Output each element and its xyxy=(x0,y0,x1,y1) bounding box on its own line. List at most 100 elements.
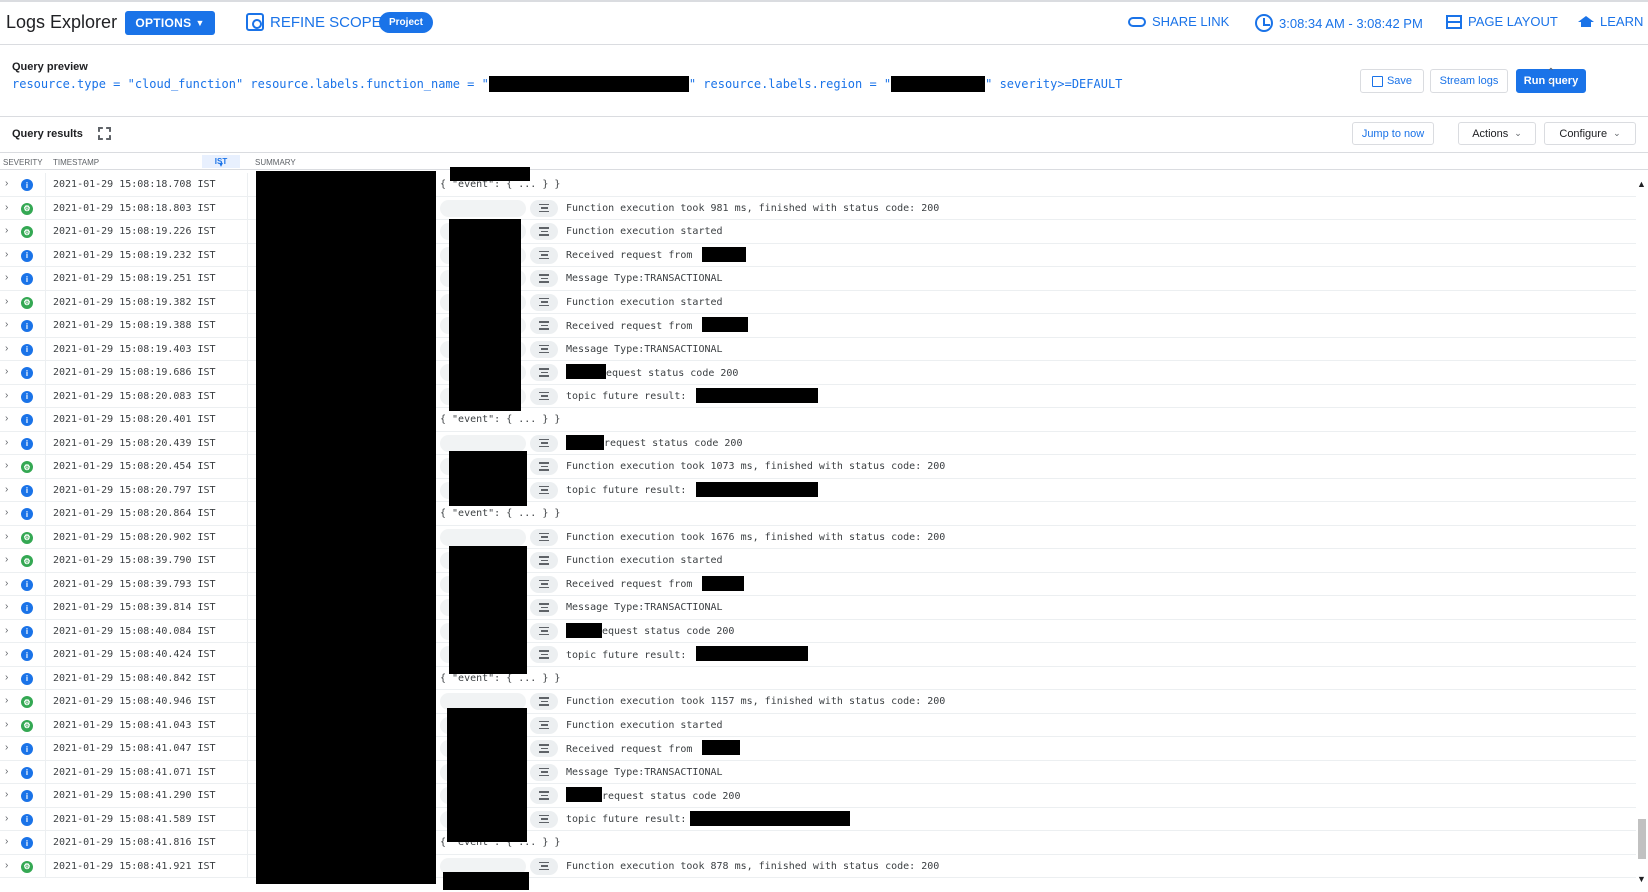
log-row[interactable]: › i 2021-01-29 15:08:41.589 IST topic futur… xyxy=(0,807,1636,831)
log-row[interactable]: › i 2021-01-29 15:08:41.816 IST{ "event": … xyxy=(0,831,1636,855)
log-payload-summary[interactable]: { "event": { ... } } xyxy=(440,414,560,425)
log-fields-icon[interactable] xyxy=(530,810,558,828)
log-row[interactable]: › ⚙ 2021-01-29 15:08:41.043 IST Function ex… xyxy=(0,713,1636,737)
save-query-button[interactable]: Save xyxy=(1360,69,1424,93)
chevron-right-icon[interactable]: › xyxy=(5,225,8,236)
scroll-thumb[interactable] xyxy=(1638,819,1646,859)
expand-collapse-icon[interactable]: ⌃ ⌄ xyxy=(1546,68,1556,86)
log-row[interactable]: › ⚙ 2021-01-29 15:08:20.454 IST Function ex… xyxy=(0,455,1636,479)
chevron-right-icon[interactable]: › xyxy=(5,789,8,800)
log-row[interactable]: › i 2021-01-29 15:08:41.290 IST request sta… xyxy=(0,784,1636,808)
configure-button[interactable]: Configure ⌄ xyxy=(1544,122,1636,145)
log-summary[interactable]: Received request from xyxy=(566,740,741,755)
log-row[interactable]: › i 2021-01-29 15:08:39.793 IST Received re… xyxy=(0,572,1636,596)
chevron-right-icon[interactable]: › xyxy=(5,742,8,753)
chevron-right-icon[interactable]: › xyxy=(5,296,8,307)
chevron-right-icon[interactable]: › xyxy=(5,366,8,377)
chevron-right-icon[interactable]: › xyxy=(5,507,8,518)
log-fields-icon[interactable] xyxy=(530,763,558,781)
log-fields-icon[interactable] xyxy=(530,317,558,334)
chevron-right-icon[interactable]: › xyxy=(5,836,8,847)
log-row[interactable]: › ⚙ 2021-01-29 15:08:40.946 IST Function ex… xyxy=(0,690,1636,714)
fullscreen-icon[interactable] xyxy=(98,127,111,140)
log-summary[interactable]: Message Type:TRANSACTIONAL xyxy=(566,344,723,355)
label-chip[interactable] xyxy=(440,434,526,452)
label-chip[interactable] xyxy=(440,199,526,217)
chevron-right-icon[interactable]: › xyxy=(5,860,8,871)
log-summary[interactable]: Received request from xyxy=(566,575,745,591)
log-summary[interactable]: Function execution started xyxy=(566,297,723,308)
timestamp-column-header[interactable]: TIMESTAMP xyxy=(53,158,99,167)
chevron-right-icon[interactable]: › xyxy=(5,601,8,612)
log-fields-icon[interactable] xyxy=(530,223,558,240)
chevron-right-icon[interactable]: › xyxy=(5,202,8,213)
log-row[interactable]: › i 2021-01-29 15:08:20.864 IST { "event": … xyxy=(0,502,1636,526)
log-summary[interactable]: request status code 200 xyxy=(566,787,740,802)
log-summary[interactable]: topic future result: xyxy=(566,387,819,403)
log-summary[interactable]: equest status code 200 xyxy=(566,364,738,379)
chevron-right-icon[interactable]: › xyxy=(5,695,8,706)
jump-to-now-button[interactable]: Jump to now xyxy=(1352,122,1434,145)
chevron-right-icon[interactable]: › xyxy=(5,272,8,283)
log-row[interactable]: › i 2021-01-29 15:08:19.232 IST Received re… xyxy=(0,243,1636,267)
log-fields-icon[interactable] xyxy=(530,481,558,499)
label-chip[interactable] xyxy=(440,528,526,546)
log-row[interactable]: › i 2021-01-29 15:08:40.842 IST { "event": … xyxy=(0,666,1636,690)
log-row[interactable]: › i 2021-01-29 15:08:20.083 IST topic futur… xyxy=(0,384,1636,408)
log-summary[interactable]: Function execution took 878 ms, finished… xyxy=(566,861,939,872)
log-fields-icon[interactable] xyxy=(530,599,558,616)
chevron-right-icon[interactable]: › xyxy=(5,578,8,589)
query-text[interactable]: resource.type = "cloud_function" resourc… xyxy=(12,76,1122,92)
log-row[interactable]: › i 2021-01-29 15:08:41.071 IST Message Typ… xyxy=(0,760,1636,784)
log-fields-icon[interactable] xyxy=(530,387,558,405)
chevron-right-icon[interactable]: › xyxy=(5,766,8,777)
log-summary[interactable]: topic future result: xyxy=(566,646,809,661)
log-payload-summary[interactable]: { "event": { ... } } xyxy=(440,508,560,519)
log-row[interactable]: › i 2021-01-29 15:08:18.708 IST{ "event": … xyxy=(0,173,1636,197)
chevron-right-icon[interactable]: › xyxy=(5,625,8,636)
log-row[interactable]: › i 2021-01-29 15:08:39.814 IST Message Typ… xyxy=(0,596,1636,620)
chevron-right-icon[interactable]: › xyxy=(5,413,8,424)
log-fields-icon[interactable] xyxy=(530,575,558,593)
log-fields-icon[interactable] xyxy=(530,364,558,381)
severity-column-header[interactable]: SEVERITY xyxy=(3,158,43,167)
log-payload-summary[interactable]: { "event": { ... } } xyxy=(440,673,560,684)
log-fields-icon[interactable] xyxy=(530,458,558,475)
log-summary[interactable]: Function execution took 981 ms, finished… xyxy=(566,203,939,214)
log-fields-icon[interactable] xyxy=(530,693,558,710)
chevron-right-icon[interactable]: › xyxy=(5,554,8,565)
log-row[interactable]: › i 2021-01-29 15:08:20.401 IST { "event": … xyxy=(0,408,1636,432)
log-summary[interactable]: Message Type:TRANSACTIONAL xyxy=(566,767,723,778)
chevron-right-icon[interactable]: › xyxy=(5,531,8,542)
log-summary[interactable]: request status code 200 xyxy=(566,434,742,450)
log-scrollbar[interactable]: ▲ ▼ xyxy=(1636,171,1648,892)
chevron-right-icon[interactable]: › xyxy=(5,672,8,683)
chevron-right-icon[interactable]: › xyxy=(5,460,8,471)
log-row[interactable]: › i 2021-01-29 15:08:40.084 IST equest stat… xyxy=(0,619,1636,643)
timezone-dropdown[interactable]: IST ▾ xyxy=(202,155,240,169)
page-layout-button[interactable]: PAGE LAYOUT xyxy=(1446,14,1558,29)
scroll-down-icon[interactable]: ▼ xyxy=(1637,874,1646,884)
log-row[interactable]: › ⚙ 2021-01-29 15:08:19.382 IST Function ex… xyxy=(0,290,1636,314)
log-fields-icon[interactable] xyxy=(530,270,558,287)
chevron-right-icon[interactable]: › xyxy=(5,813,8,824)
log-row[interactable]: › i 2021-01-29 15:08:19.388 IST Received re… xyxy=(0,314,1636,338)
scroll-up-icon[interactable]: ▲ xyxy=(1637,179,1646,189)
log-fields-icon[interactable] xyxy=(530,646,558,663)
log-row[interactable]: › ⚙ 2021-01-29 15:08:20.902 IST Function ex… xyxy=(0,525,1636,549)
log-summary[interactable]: Received request from xyxy=(566,317,749,332)
log-fields-icon[interactable] xyxy=(530,787,558,804)
log-row[interactable]: › i 2021-01-29 15:08:20.797 IST topic futur… xyxy=(0,478,1636,502)
log-row[interactable]: › ⚙ 2021-01-29 15:08:39.790 IST Function ex… xyxy=(0,549,1636,573)
log-summary[interactable]: Function execution started xyxy=(566,720,723,731)
log-summary[interactable]: Function execution took 1073 ms, finishe… xyxy=(566,461,945,472)
log-row[interactable]: › i 2021-01-29 15:08:20.439 IST request sta… xyxy=(0,431,1636,455)
log-fields-icon[interactable] xyxy=(530,293,558,311)
log-summary[interactable]: equest status code 200 xyxy=(566,622,734,638)
actions-button[interactable]: Actions ⌄ xyxy=(1458,122,1536,145)
log-summary[interactable]: Message Type:TRANSACTIONAL xyxy=(566,602,723,613)
refine-scope-button[interactable]: REFINE SCOPE xyxy=(246,13,382,31)
options-button[interactable]: OPTIONS ▼ xyxy=(125,11,215,35)
log-summary[interactable]: Received request from xyxy=(566,246,747,262)
log-fields-icon[interactable] xyxy=(530,622,558,640)
